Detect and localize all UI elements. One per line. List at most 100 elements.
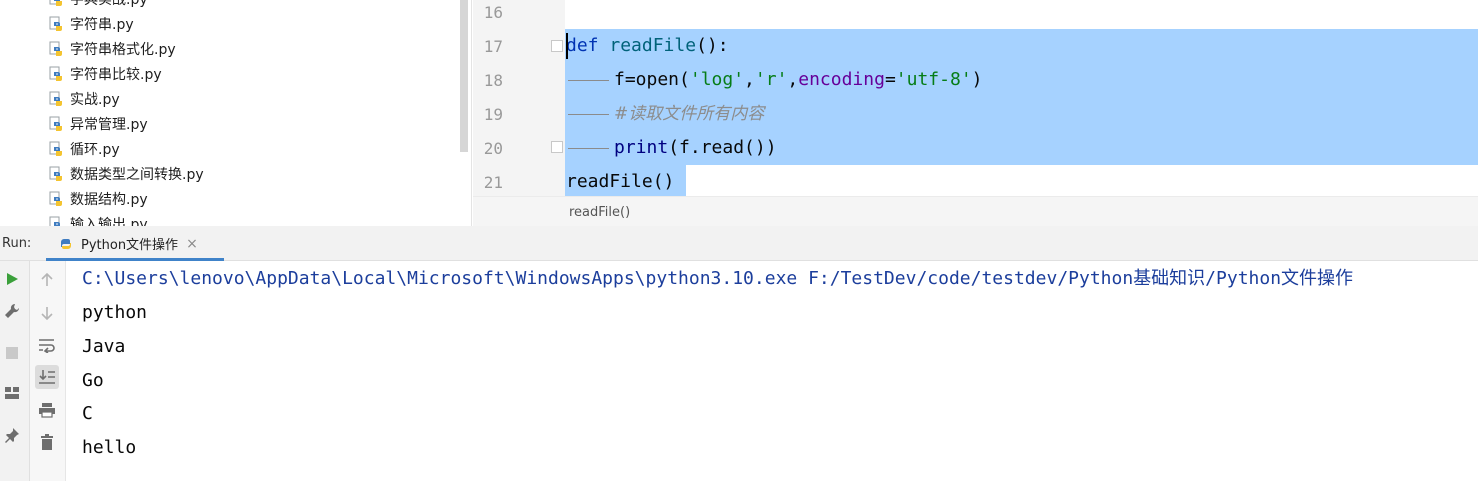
file-item[interactable]: 数据类型之间转换.py: [48, 161, 204, 186]
trash-icon: [41, 434, 53, 450]
python-file-icon: [49, 16, 63, 31]
code-text: def readFile():: [566, 29, 729, 63]
code-line: 20 print(f.read()): [473, 131, 1478, 165]
code-token: f=open(: [614, 69, 690, 90]
console-output[interactable]: C:\Users\lenovo\AppData\Local\Microsoft\…: [66, 261, 1478, 481]
console-line: C: [82, 403, 93, 424]
close-icon[interactable]: ×: [186, 236, 198, 252]
breadcrumb-bar: readFile(): [473, 196, 1478, 226]
stop-icon: [6, 347, 18, 359]
file-item[interactable]: 字符串比较.py: [48, 61, 204, 86]
print-icon: [39, 403, 55, 418]
run-tab[interactable]: Python文件操作 ×: [46, 229, 224, 261]
tree-scrollbar[interactable]: [460, 0, 468, 152]
indent-guide: [568, 79, 609, 81]
file-item[interactable]: 字符串格式化.py: [48, 36, 204, 61]
scroll-to-end-button[interactable]: [35, 365, 59, 389]
indent-guide: [568, 147, 609, 149]
file-name: 字符串.py: [70, 16, 134, 33]
scroll-down-button[interactable]: [35, 301, 59, 325]
line-number: 21: [483, 173, 503, 192]
code-text: print(f.read()): [566, 131, 777, 165]
python-file-icon: [49, 41, 63, 56]
code-line: 21 readFile(): [473, 165, 1478, 199]
string-token: 'utf-8': [895, 69, 972, 90]
file-name: 数据类型之间转换.py: [70, 166, 204, 183]
python-icon: [61, 238, 71, 249]
fold-end-marker-icon[interactable]: [551, 141, 563, 153]
line-number: 16: [483, 3, 503, 22]
code-text: readFile(): [566, 165, 674, 199]
file-list: 字典实战.py 字符串.py 字符串格式化.py 字符串比较.py 实战.py …: [48, 0, 204, 226]
clear-all-button[interactable]: [35, 430, 59, 454]
wrench-icon: [5, 303, 20, 318]
file-item[interactable]: 数据结构.py: [48, 186, 204, 211]
scroll-to-end-icon: [39, 370, 55, 384]
code-token: (f.read()): [668, 137, 777, 158]
run-panel-header: Run: Python文件操作 ×: [0, 226, 1478, 261]
code-editor[interactable]: 16 17 def readFile(): 18 f=open('log','r…: [473, 0, 1478, 226]
line-number: 18: [483, 71, 503, 90]
scroll-up-button[interactable]: [35, 268, 59, 292]
console-line: hello: [82, 437, 137, 458]
punct-token: =: [884, 69, 896, 90]
code-line: 16: [473, 0, 1478, 29]
file-name: 字符串格式化.py: [70, 41, 176, 58]
line-number: 17: [483, 37, 503, 56]
console-line: Go: [82, 370, 104, 391]
python-file-icon: [49, 191, 63, 206]
line-number: 19: [483, 105, 503, 124]
builtin-token: print: [614, 137, 669, 158]
soft-wrap-icon: [39, 339, 55, 353]
comment-token: #读取文件所有内容: [614, 104, 765, 124]
code-text: #读取文件所有内容: [566, 97, 764, 131]
punct-token: ): [971, 69, 983, 90]
code-line: 18 f=open('log','r',encoding='utf-8'): [473, 63, 1478, 97]
file-item[interactable]: 输入输出.py: [48, 211, 204, 226]
code-text: f=open('log','r',encoding='utf-8'): [566, 63, 983, 97]
line-number: 20: [483, 139, 503, 158]
file-item[interactable]: 字典实战.py: [48, 0, 204, 11]
keyword-token: def: [566, 35, 599, 56]
string-token: 'log': [689, 69, 745, 90]
edit-configuration-button[interactable]: [0, 299, 24, 323]
file-name: 循环.py: [70, 141, 120, 158]
file-name: 数据结构.py: [70, 191, 148, 208]
code-token: readFile(): [566, 171, 675, 192]
kwarg-token: encoding: [798, 69, 885, 90]
console-line: Java: [82, 336, 126, 357]
layout-icon: [5, 387, 19, 399]
python-file-icon: [49, 216, 63, 226]
punct-token: ():: [696, 35, 729, 56]
python-file-icon: [49, 166, 63, 181]
rerun-button[interactable]: [0, 267, 24, 291]
print-button[interactable]: [35, 398, 59, 422]
file-name: 异常管理.py: [70, 116, 148, 133]
text-caret: [566, 33, 568, 59]
python-file-icon: [49, 0, 63, 6]
file-item[interactable]: 字符串.py: [48, 11, 204, 36]
punct-token: ,: [744, 69, 755, 90]
function-name-token: readFile: [609, 35, 697, 56]
restore-layout-button[interactable]: [0, 381, 24, 405]
breadcrumb[interactable]: readFile(): [569, 205, 630, 220]
run-tab-title: Python文件操作: [81, 238, 179, 253]
play-icon: [7, 273, 18, 285]
file-name: 字符串比较.py: [70, 66, 162, 83]
file-item[interactable]: 异常管理.py: [48, 111, 204, 136]
fold-marker-icon[interactable]: [551, 40, 563, 52]
python-file-icon: [49, 116, 63, 131]
file-name: 实战.py: [70, 91, 120, 108]
file-name: 输入输出.py: [70, 216, 148, 227]
run-label: Run:: [2, 236, 32, 251]
punct-token: ,: [787, 69, 799, 90]
file-name: 字典实战.py: [70, 0, 148, 9]
code-line: 17 def readFile():: [473, 29, 1478, 63]
soft-wrap-button[interactable]: [35, 333, 59, 357]
file-item[interactable]: 循环.py: [48, 136, 204, 161]
pin-tab-button[interactable]: [0, 423, 24, 447]
arrow-up-icon: [41, 273, 53, 286]
file-item[interactable]: 实战.py: [48, 86, 204, 111]
project-tree-panel: 字典实战.py 字符串.py 字符串格式化.py 字符串比较.py 实战.py …: [0, 0, 472, 226]
stop-button[interactable]: [0, 341, 24, 365]
